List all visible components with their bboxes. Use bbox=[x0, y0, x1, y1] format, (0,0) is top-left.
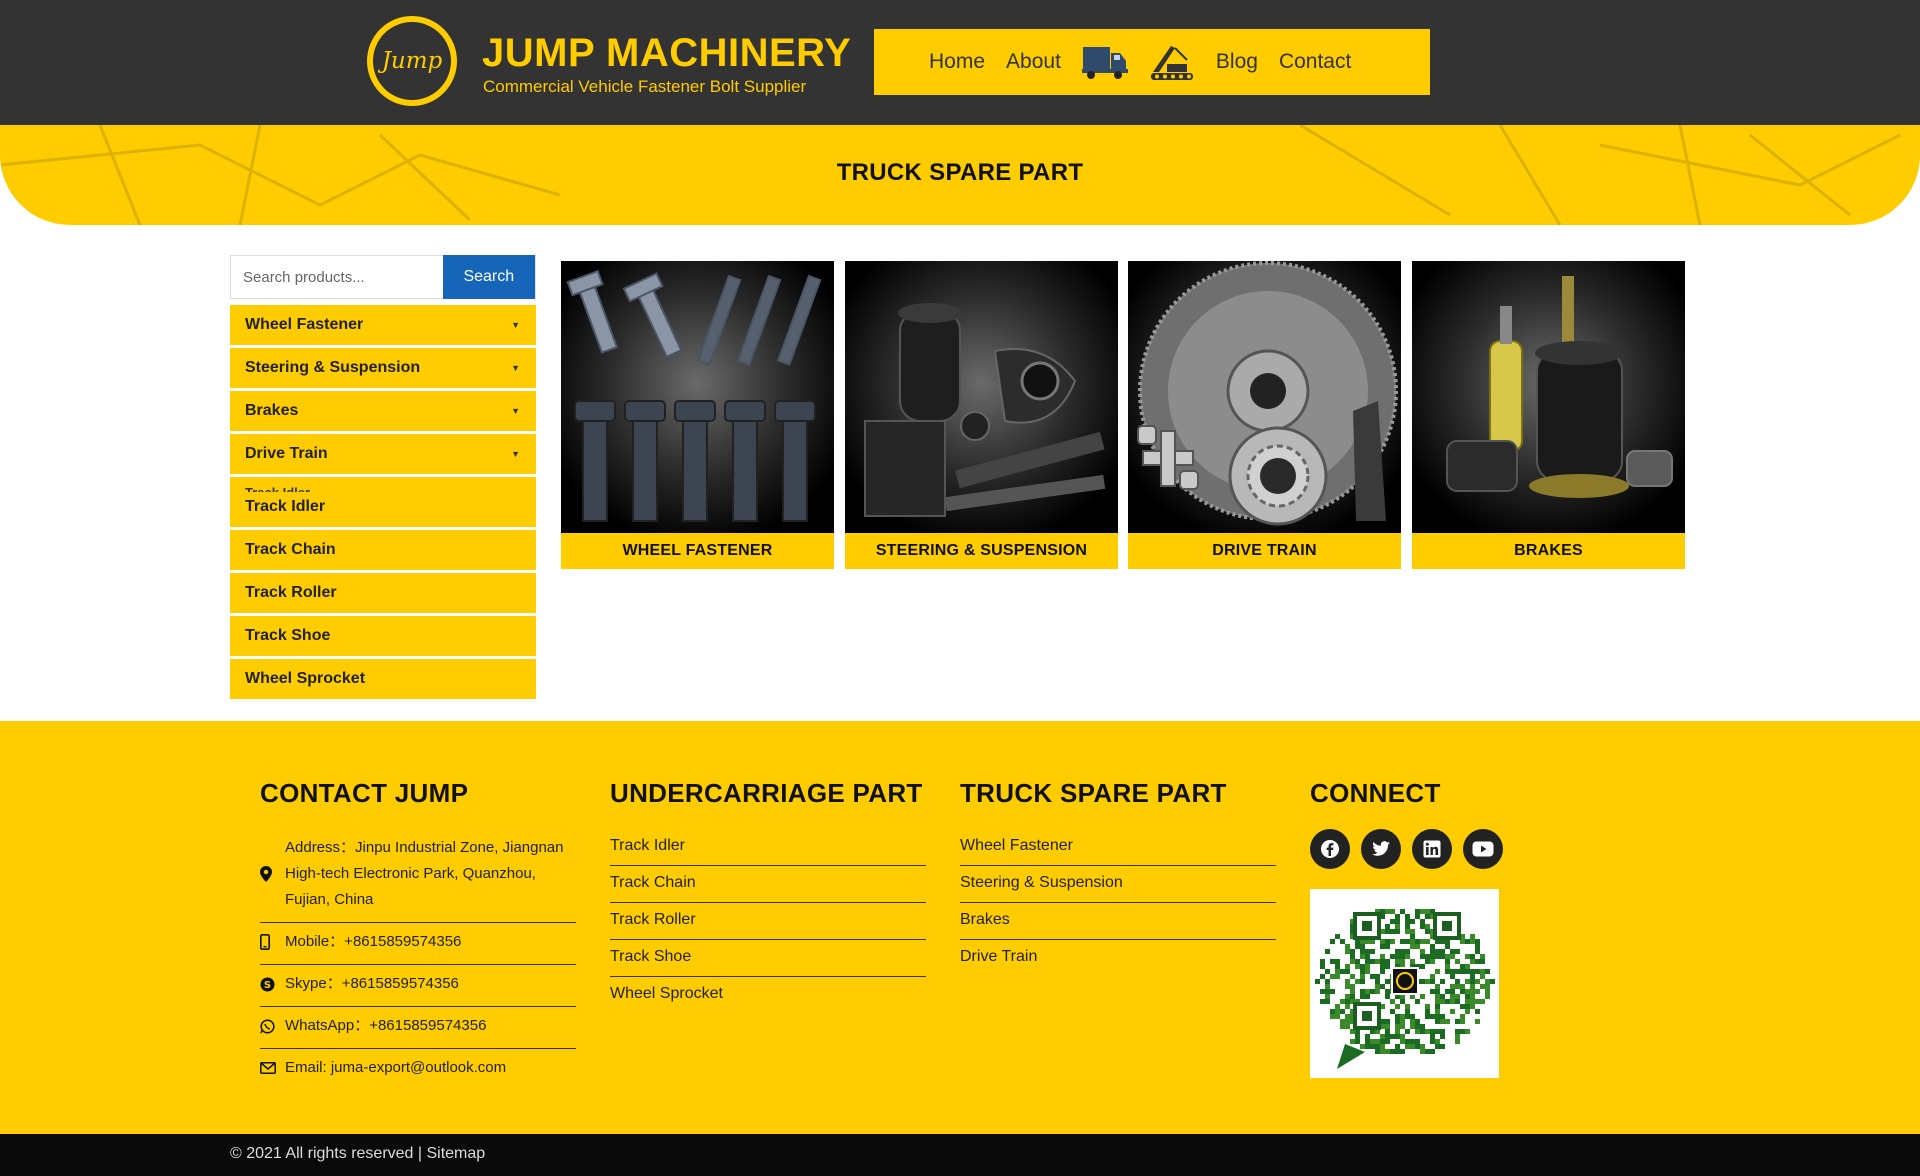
svg-text:S: S bbox=[264, 980, 271, 991]
footer-link[interactable]: Wheel Fastener bbox=[960, 829, 1276, 866]
site-header: Jump JUMP MACHINERY Commercial Vehicle F… bbox=[0, 0, 1920, 125]
product-card-brakes[interactable]: BRAKES bbox=[1412, 261, 1685, 569]
product-label[interactable]: DRIVE TRAIN bbox=[1128, 533, 1401, 569]
bolts-image[interactable] bbox=[561, 261, 834, 533]
contact-whatsapp-text[interactable]: WhatsApp：+8615859574356 bbox=[285, 1013, 486, 1039]
footer-link[interactable]: Track Roller bbox=[610, 903, 926, 940]
contact-email: Email: juma-export@outlook.com bbox=[260, 1049, 576, 1090]
location-pin-icon bbox=[260, 866, 285, 882]
twitter-icon[interactable] bbox=[1361, 829, 1401, 869]
footer-undercarriage: UNDERCARRIAGE PART Track Idler Track Cha… bbox=[610, 778, 926, 1013]
page-title: TRUCK SPARE PART bbox=[836, 159, 1084, 186]
category-track-roller[interactable]: Track Roller bbox=[230, 573, 536, 613]
product-card-drive-train[interactable]: DRIVE TRAIN bbox=[1128, 261, 1401, 569]
category-label: Track Chain bbox=[245, 541, 336, 558]
footer-truck-heading: TRUCK SPARE PART bbox=[960, 778, 1227, 808]
footer-undercarriage-heading: UNDERCARRIAGE PART bbox=[610, 778, 923, 808]
product-label[interactable]: BRAKES bbox=[1412, 533, 1685, 569]
category-label: Track Idler bbox=[245, 498, 326, 515]
category-track-shoe[interactable]: Track Shoe bbox=[230, 616, 536, 656]
mobile-phone-icon bbox=[260, 934, 285, 950]
flywheel-image[interactable] bbox=[1128, 261, 1401, 533]
logo-text: Jump bbox=[381, 48, 443, 74]
category-label: Brakes bbox=[245, 402, 299, 419]
category-wheel-fastener[interactable]: Wheel Fastener ▼ bbox=[230, 305, 536, 345]
category-label-overflow: Track Idler bbox=[245, 487, 310, 492]
category-label: Track Shoe bbox=[245, 627, 331, 644]
product-search: Search bbox=[230, 255, 536, 299]
category-label: Wheel Sprocket bbox=[245, 670, 366, 687]
product-card-steering-suspension[interactable]: STEERING & SUSPENSION bbox=[845, 261, 1118, 569]
category-track-chain[interactable]: Track Chain bbox=[230, 530, 536, 570]
hero-banner: TRUCK SPARE PART bbox=[0, 125, 1920, 225]
contact-whatsapp: WhatsApp：+8615859574356 bbox=[260, 1007, 576, 1049]
main-nav: Home About Blog Contact bbox=[874, 29, 1430, 95]
footer-contact-heading: CONTACT JUMP bbox=[260, 778, 469, 808]
contact-email-text[interactable]: Email: juma-export@outlook.com bbox=[285, 1055, 506, 1081]
site-footer: CONTACT JUMP Address：Jinpu Industrial Zo… bbox=[0, 721, 1920, 1134]
category-label: Track Roller bbox=[245, 584, 337, 601]
footer-link[interactable]: Wheel Sprocket bbox=[610, 977, 926, 1013]
whatsapp-icon bbox=[260, 1018, 285, 1034]
nav-contact[interactable]: Contact bbox=[1279, 50, 1351, 74]
footer-contact: CONTACT JUMP Address：Jinpu Industrial Zo… bbox=[260, 778, 576, 1090]
youtube-icon[interactable] bbox=[1463, 829, 1503, 869]
contact-mobile: Mobile：+8615859574356 bbox=[260, 923, 576, 965]
category-steering-suspension[interactable]: Steering & Suspension ▼ bbox=[230, 348, 536, 388]
nav-blog[interactable]: Blog bbox=[1216, 50, 1258, 74]
category-label: Drive Train bbox=[245, 445, 328, 462]
footer-link[interactable]: Steering & Suspension bbox=[960, 866, 1276, 903]
footer-link[interactable]: Drive Train bbox=[960, 940, 1276, 976]
footer-connect-heading: CONNECT bbox=[1310, 778, 1441, 808]
product-label[interactable]: STEERING & SUSPENSION bbox=[845, 533, 1118, 569]
caret-down-icon[interactable]: ▼ bbox=[511, 320, 520, 330]
copyright-text[interactable]: © 2021 All rights reserved | Sitemap bbox=[230, 1145, 485, 1163]
contact-skype-text[interactable]: Skype：+8615859574356 bbox=[285, 971, 459, 997]
footer-truck: TRUCK SPARE PART Wheel Fastener Steering… bbox=[960, 778, 1276, 976]
contact-skype: S Skype：+8615859574356 bbox=[260, 965, 576, 1007]
truck-icon[interactable] bbox=[1081, 42, 1128, 82]
product-label[interactable]: WHEEL FASTENER bbox=[561, 533, 834, 569]
category-label: Wheel Fastener bbox=[245, 316, 364, 333]
search-button[interactable]: Search bbox=[442, 255, 535, 299]
wechat-qr-code bbox=[1310, 889, 1499, 1078]
contact-mobile-text[interactable]: Mobile：+8615859574356 bbox=[285, 929, 461, 955]
caret-down-icon[interactable]: ▼ bbox=[511, 363, 520, 373]
category-wheel-sprocket[interactable]: Wheel Sprocket bbox=[230, 659, 536, 699]
category-brakes[interactable]: Brakes ▼ bbox=[230, 391, 536, 431]
contact-address: Address：Jinpu Industrial Zone, Jiangnan … bbox=[260, 829, 576, 923]
caret-down-icon[interactable]: ▼ bbox=[511, 449, 520, 459]
footer-link[interactable]: Track Chain bbox=[610, 866, 926, 903]
caret-down-icon[interactable]: ▼ bbox=[511, 406, 520, 416]
nav-home[interactable]: Home bbox=[929, 50, 985, 74]
category-drive-train[interactable]: Drive Train ▼ bbox=[230, 434, 536, 474]
category-label: Steering & Suspension bbox=[245, 359, 421, 376]
bottom-bar: © 2021 All rights reserved | Sitemap bbox=[0, 1134, 1920, 1176]
brand-subtitle: Commercial Vehicle Fastener Bolt Supplie… bbox=[483, 77, 807, 96]
category-list: Wheel Fastener ▼ Steering & Suspension ▼… bbox=[230, 305, 536, 702]
crane-icon[interactable] bbox=[1149, 42, 1195, 82]
footer-link[interactable]: Brakes bbox=[960, 903, 1276, 940]
logo[interactable]: Jump bbox=[367, 16, 457, 106]
product-card-wheel-fastener[interactable]: WHEEL FASTENER bbox=[561, 261, 834, 569]
footer-link[interactable]: Track Idler bbox=[610, 829, 926, 866]
linkedin-icon[interactable] bbox=[1412, 829, 1452, 869]
contact-address-text: Address：Jinpu Industrial Zone, Jiangnan … bbox=[285, 839, 564, 908]
envelope-icon bbox=[260, 1062, 285, 1074]
nav-about[interactable]: About bbox=[1006, 50, 1061, 74]
social-links bbox=[1310, 829, 1510, 869]
qr-code-image bbox=[1314, 908, 1495, 1069]
search-input[interactable] bbox=[231, 256, 443, 298]
footer-connect: CONNECT bbox=[1310, 778, 1510, 1078]
footer-link[interactable]: Track Shoe bbox=[610, 940, 926, 977]
category-track-idler[interactable]: Track Idler Track Idler bbox=[230, 477, 536, 527]
facebook-icon[interactable] bbox=[1310, 829, 1350, 869]
brand-title[interactable]: JUMP MACHINERY bbox=[482, 31, 851, 76]
suspension-parts-image[interactable] bbox=[845, 261, 1118, 533]
skype-icon: S bbox=[260, 977, 285, 992]
brake-chamber-image[interactable] bbox=[1412, 261, 1685, 533]
